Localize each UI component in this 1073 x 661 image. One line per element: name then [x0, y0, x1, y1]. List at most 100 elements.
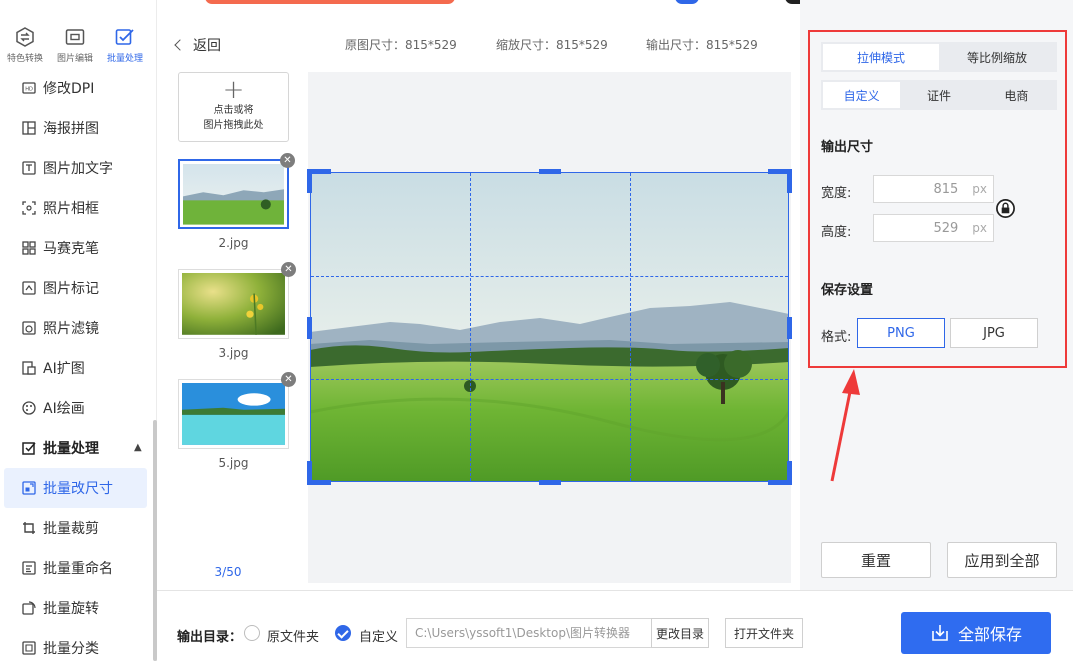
nav-image-edit[interactable]: 图片编辑	[50, 24, 100, 70]
add-image-dropzone[interactable]: + 点击或将 图片拖拽此处	[178, 72, 289, 142]
dpi-icon: HD	[22, 82, 36, 94]
chevron-left-icon	[174, 39, 186, 51]
thumbnail-5[interactable]: ✕	[178, 372, 296, 449]
nav-label: 图片编辑	[56, 54, 93, 64]
convert-icon	[16, 27, 34, 47]
image-counter: 3/50	[214, 565, 242, 579]
collage-icon	[22, 121, 36, 135]
sidebar-item-label: 海报拼图	[43, 121, 99, 137]
sidebar-item-batch-classify[interactable]: 批量分类	[0, 628, 157, 661]
sidebar-item-label: AI扩图	[43, 361, 85, 377]
chevron-up-icon: ▲	[134, 442, 142, 453]
reset-button[interactable]: 重置	[821, 542, 931, 578]
nav-batch-process[interactable]: 批量处理	[100, 24, 150, 70]
rotate-icon	[22, 601, 36, 615]
remove-thumbnail-button[interactable]: ✕	[281, 372, 296, 387]
thumbnail-name: 5.jpg	[218, 456, 249, 470]
thumbnail-2[interactable]: ✕	[178, 153, 295, 229]
back-label: 返回	[193, 38, 221, 54]
save-all-button[interactable]: 全部保存	[901, 612, 1051, 654]
back-button[interactable]: 返回	[174, 35, 221, 55]
sidebar: 特色转换 图片编辑 批量处理 HD 修改DPI 海报拼图 图片加文字 照片相框 …	[0, 0, 157, 661]
sidebar-item-batch-rename[interactable]: 批量重命名	[0, 548, 157, 588]
sidebar-item-batch-crop[interactable]: 批量裁剪	[0, 508, 157, 548]
batch-icon	[115, 29, 134, 45]
download-icon	[932, 625, 948, 641]
image-edit-icon	[65, 29, 85, 45]
remove-thumbnail-button[interactable]: ✕	[280, 153, 295, 168]
svg-text:HD: HD	[25, 87, 33, 93]
mosaic-icon	[22, 241, 36, 255]
radio-custom-label: 自定义	[359, 630, 399, 645]
ai-paint-icon	[22, 401, 36, 415]
save-all-label: 全部保存	[957, 625, 1022, 644]
sidebar-item-ai-paint[interactable]: AI绘画	[0, 388, 157, 428]
plus-icon: +	[222, 75, 245, 105]
thumbnail-name: 3.jpg	[218, 346, 249, 360]
dropzone-text-line1: 点击或将	[213, 105, 254, 116]
sidebar-item-mark[interactable]: 图片标记	[0, 268, 157, 308]
thumbnail-image	[182, 273, 285, 335]
rename-icon	[22, 561, 36, 575]
nav-label: 批量处理	[106, 54, 143, 64]
preview-image	[310, 172, 789, 482]
sidebar-item-label: 图片标记	[43, 281, 99, 297]
scaled-size-label: 缩放尺寸：815*529	[496, 38, 608, 52]
sidebar-item-label: 马赛克笔	[43, 241, 99, 257]
sidebar-item-filter[interactable]: 照片滤镜	[0, 308, 157, 348]
thumbnail-image	[182, 383, 285, 445]
frame-icon	[22, 201, 36, 215]
thumbnail-3[interactable]: ✕	[178, 262, 296, 339]
radio-custom-folder[interactable]	[335, 625, 351, 641]
sidebar-item-label: 批量改尺寸	[43, 481, 113, 497]
app-window: 特色转换 图片编辑 批量处理 HD 修改DPI 海报拼图 图片加文字 照片相框 …	[0, 0, 1073, 661]
sidebar-item-batch-resize[interactable]: 批量改尺寸	[4, 468, 147, 508]
sidebar-item-label: 批量旋转	[43, 601, 99, 617]
banner-fragment	[205, 0, 455, 4]
thumbnail-image	[183, 164, 284, 225]
feature-list: HD 修改DPI 海报拼图 图片加文字 照片相框 马赛克笔 图片标记 照片滤镜 …	[0, 68, 157, 661]
crop-icon	[23, 522, 35, 534]
output-path-input[interactable]: C:\Users\yssoft1\Desktop\图片转换器	[406, 618, 652, 648]
sidebar-item-label: 修改DPI	[43, 81, 95, 97]
classify-icon	[22, 641, 36, 655]
sidebar-item-label: 批量裁剪	[43, 521, 99, 537]
add-text-icon	[22, 161, 36, 175]
sidebar-item-label: 照片相框	[43, 201, 99, 217]
nav-label: 特色转换	[6, 54, 43, 64]
change-dir-button[interactable]: 更改目录	[651, 618, 709, 648]
sidebar-item-add-text[interactable]: 图片加文字	[0, 148, 157, 188]
top-nav: 特色转换 图片编辑 批量处理	[0, 24, 157, 70]
original-size-label: 原图尺寸：815*529	[345, 38, 457, 52]
sidebar-item-label: 图片加文字	[43, 161, 113, 177]
remove-thumbnail-button[interactable]: ✕	[281, 262, 296, 277]
sidebar-item-label: 照片滤镜	[43, 321, 99, 337]
dropzone-text-line2: 图片拖拽此处	[203, 120, 264, 131]
batch-check-icon	[22, 442, 36, 455]
sidebar-item-dpi[interactable]: HD 修改DPI	[0, 68, 157, 108]
sidebar-item-collage[interactable]: 海报拼图	[0, 108, 157, 148]
output-size-label: 输出尺寸：815*529	[646, 38, 758, 52]
sidebar-item-label: AI绘画	[43, 401, 85, 417]
radio-original-folder[interactable]	[244, 625, 260, 641]
sidebar-item-mosaic[interactable]: 马赛克笔	[0, 228, 157, 268]
header-icon-fragment	[675, 0, 699, 4]
filter-icon	[22, 321, 36, 335]
highlight-box	[808, 30, 1067, 368]
sidebar-item-label: 批量分类	[43, 641, 99, 657]
open-folder-button[interactable]: 打开文件夹	[725, 618, 803, 648]
radio-original-label: 原文件夹	[267, 630, 320, 645]
sidebar-group-label: 批量处理	[43, 441, 99, 457]
sidebar-group-batch[interactable]: 批量处理 ▲	[0, 428, 157, 468]
output-dir-label: 输出目录：	[177, 630, 243, 645]
mark-icon	[22, 281, 36, 295]
resize-icon	[22, 481, 36, 495]
ai-expand-icon	[22, 361, 36, 375]
sidebar-item-frame[interactable]: 照片相框	[0, 188, 157, 228]
apply-all-button[interactable]: 应用到全部	[947, 542, 1057, 578]
nav-special-convert[interactable]: 特色转换	[0, 24, 50, 70]
sidebar-item-label: 批量重命名	[43, 561, 113, 577]
sidebar-item-ai-expand[interactable]: AI扩图	[0, 348, 157, 388]
thumbnail-name: 2.jpg	[218, 236, 249, 250]
sidebar-item-batch-rotate[interactable]: 批量旋转	[0, 588, 157, 628]
